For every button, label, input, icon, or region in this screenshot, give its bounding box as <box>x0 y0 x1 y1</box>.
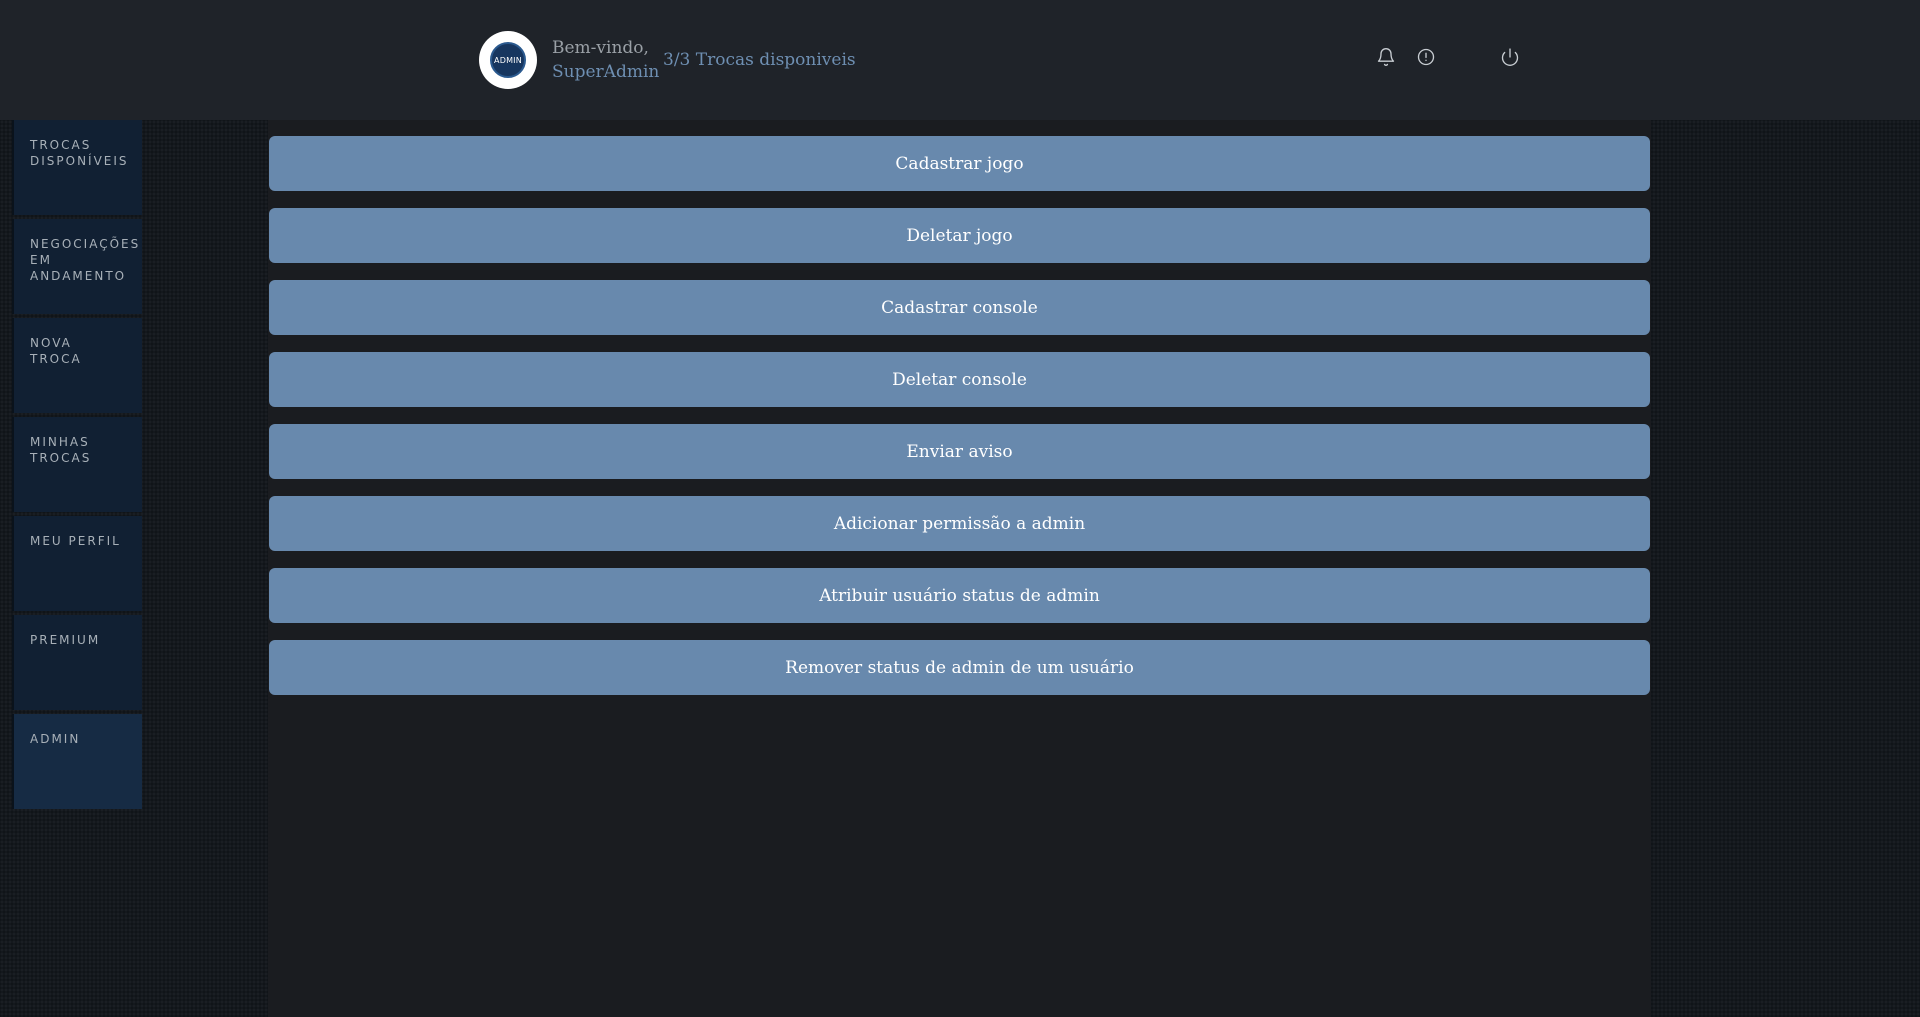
alert-circle-icon[interactable] <box>1415 46 1437 68</box>
sidebar-item-admin[interactable]: ADMIN <box>12 714 142 809</box>
trades-available-counter: 3/3 Trocas disponiveis <box>663 50 856 70</box>
greeting-text: Bem-vindo, <box>552 38 649 58</box>
add-admin-permission-button[interactable]: Adicionar permissão a admin <box>269 496 1650 551</box>
register-console-button[interactable]: Cadastrar console <box>269 280 1650 335</box>
sidebar-item-negociacoes-em-andamento[interactable]: NEGOCIAÇÕES EM ANDAMENTO <box>12 219 142 314</box>
send-notice-button[interactable]: Enviar aviso <box>269 424 1650 479</box>
sidebar-item-nova-troca[interactable]: NOVA TROCA <box>12 318 142 413</box>
power-icon[interactable] <box>1499 46 1521 68</box>
welcome-block: Bem-vindo, SuperAdmin <box>552 36 659 84</box>
grant-admin-status-button[interactable]: Atribuir usuário status de admin <box>269 568 1650 623</box>
sidebar-item-minhas-trocas[interactable]: MINHAS TROCAS <box>12 417 142 512</box>
admin-panel: Cadastrar jogo Deletar jogo Cadastrar co… <box>268 120 1651 1017</box>
delete-console-button[interactable]: Deletar console <box>269 352 1650 407</box>
register-game-button[interactable]: Cadastrar jogo <box>269 136 1650 191</box>
avatar-badge: ADMIN <box>490 42 526 78</box>
bell-icon[interactable] <box>1375 46 1397 68</box>
admin-action-list: Cadastrar jogo Deletar jogo Cadastrar co… <box>269 136 1650 712</box>
username-link[interactable]: SuperAdmin <box>552 60 659 84</box>
sidebar-item-trocas-disponiveis[interactable]: TROCAS DISPONÍVEIS <box>12 120 142 215</box>
sidebar-nav: TROCAS DISPONÍVEIS NEGOCIAÇÕES EM ANDAME… <box>12 120 142 813</box>
sidebar-item-premium[interactable]: PREMIUM <box>12 615 142 710</box>
top-header: ADMIN Bem-vindo, SuperAdmin 3/3 Trocas d… <box>0 0 1920 120</box>
avatar[interactable]: ADMIN <box>479 31 537 89</box>
delete-game-button[interactable]: Deletar jogo <box>269 208 1650 263</box>
sidebar-item-meu-perfil[interactable]: MEU PERFIL <box>12 516 142 611</box>
remove-admin-status-button[interactable]: Remover status de admin de um usuário <box>269 640 1650 695</box>
